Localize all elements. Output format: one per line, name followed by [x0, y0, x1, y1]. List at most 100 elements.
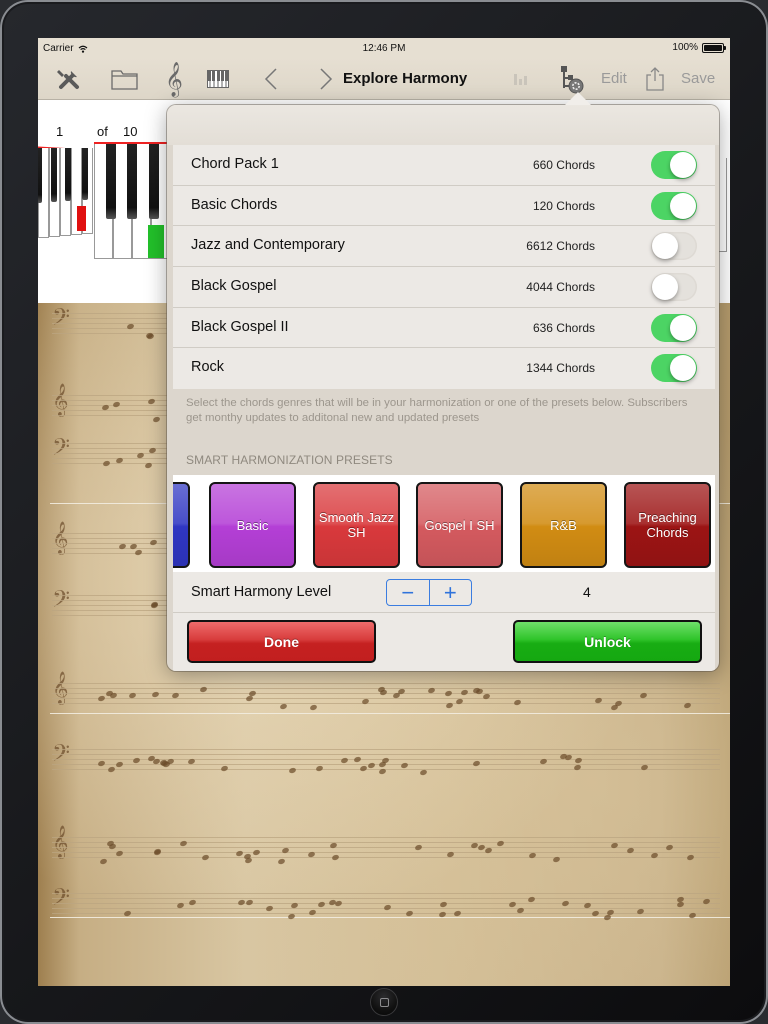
done-button[interactable]: Done	[187, 620, 376, 663]
music-note	[331, 854, 340, 862]
clock: 12:46 PM	[362, 43, 406, 54]
keyboard-left-section[interactable]	[38, 146, 93, 248]
status-bar: Carrier 12:46 PM 100%	[38, 38, 730, 58]
share-icon	[646, 67, 664, 91]
genre-toggle[interactable]	[651, 232, 697, 261]
genre-toggle[interactable]	[651, 354, 697, 383]
genre-toggle[interactable]	[651, 273, 697, 302]
genre-chord-count: 1344 Chords	[526, 361, 595, 376]
genre-row-black-gospel: Black Gospel 4044 Chords	[173, 267, 715, 308]
battery-icon	[702, 42, 726, 53]
genre-help-text: Select the chords genres that will be in…	[186, 397, 688, 424]
highlighted-key-green	[148, 225, 164, 258]
genre-chord-count: 636 Chords	[532, 320, 595, 335]
genre-row-rock: Rock 1344 Chords	[173, 348, 715, 389]
music-note	[287, 912, 296, 920]
harmony-settings-popover: Chord Pack 1 660 Chords Basic Chords 120…	[167, 105, 719, 671]
music-note	[107, 766, 116, 774]
home-square-icon	[380, 998, 389, 1007]
harmony-settings-button[interactable]	[556, 64, 586, 94]
tools-icon	[57, 70, 79, 89]
edit-button[interactable]: Edit	[601, 70, 627, 87]
genre-name: Black Gospel	[191, 278, 277, 295]
piano-key[interactable]	[82, 148, 88, 200]
music-note	[220, 765, 229, 773]
genre-chord-count: 120 Chords	[532, 198, 595, 213]
treble-clef-icon: 𝄞	[165, 61, 183, 97]
music-note	[405, 909, 414, 917]
keyboard-button[interactable]	[203, 64, 233, 94]
increment-button[interactable]: +	[430, 580, 472, 605]
piano-key[interactable]	[38, 148, 42, 203]
previous-button[interactable]	[256, 64, 286, 94]
toolbar: 𝄞 Explore Harmony Edit Save	[38, 58, 730, 100]
preset-button[interactable]	[173, 482, 190, 568]
open-file-button[interactable]	[110, 64, 140, 94]
music-note	[144, 461, 153, 469]
genre-name: Jazz and Contemporary	[191, 237, 345, 254]
stats-button[interactable]	[506, 64, 536, 94]
music-note	[419, 768, 428, 777]
ipad-frame: Carrier 12:46 PM 100% 𝄞 Explore Harmony …	[0, 0, 768, 1024]
page-title: Explore Harmony	[343, 70, 468, 87]
smart-harmony-level-row: Smart Harmony Level − + 4	[173, 572, 715, 613]
popover-arrow	[565, 92, 591, 105]
smart-harmony-level-stepper: − +	[386, 579, 472, 606]
decrement-button[interactable]: −	[387, 580, 430, 605]
music-note	[279, 703, 288, 711]
preset-button-basic[interactable]: Basic	[209, 482, 296, 568]
genre-name: Black Gospel II	[191, 318, 289, 335]
genre-name: Basic Chords	[191, 196, 278, 213]
music-note	[445, 702, 454, 710]
harmony-settings-icon	[561, 66, 584, 94]
share-button[interactable]	[640, 64, 670, 94]
next-button[interactable]	[311, 64, 341, 94]
preset-button-preaching-chords[interactable]: Preaching Chords	[624, 482, 711, 568]
genre-toggle[interactable]	[651, 313, 697, 342]
music-note	[686, 854, 695, 862]
presets-carousel[interactable]: Basic Smooth Jazz SH Gospel I SH R&B Pre…	[173, 475, 715, 572]
genre-row-black-gospel-ii: Black Gospel II 636 Chords	[173, 308, 715, 349]
unlock-button[interactable]: Unlock	[513, 620, 702, 663]
music-note	[134, 549, 143, 557]
chevron-right-icon	[320, 68, 333, 90]
current-page: 1	[56, 124, 64, 139]
chevron-left-icon	[264, 68, 277, 90]
genre-chord-count: 6612 Chords	[526, 239, 595, 254]
piano-key[interactable]	[127, 144, 137, 219]
music-note	[201, 854, 210, 862]
system-divider	[50, 917, 730, 918]
save-button[interactable]: Save	[681, 70, 715, 87]
music-note	[683, 701, 692, 709]
battery-indicator: 100%	[672, 42, 726, 53]
page-of-label: of	[97, 124, 108, 139]
genre-list: Chord Pack 1 660 Chords Basic Chords 120…	[173, 145, 715, 390]
music-note	[315, 765, 324, 773]
battery-percent: 100%	[672, 42, 698, 53]
genre-toggle[interactable]	[651, 151, 697, 179]
folder-icon	[111, 70, 138, 90]
bar-chart-icon	[514, 74, 527, 85]
presets-section-header: SMART HARMONIZATION PRESETS	[186, 453, 393, 467]
total-pages: 10	[123, 124, 138, 139]
preset-button-gospel-i-sh[interactable]: Gospel I SH	[416, 482, 503, 568]
genre-chord-count: 660 Chords	[532, 158, 595, 172]
genre-row-chord-pack-1: Chord Pack 1 660 Chords	[173, 145, 715, 186]
smart-harmony-level-value: 4	[583, 584, 591, 600]
home-button[interactable]	[370, 988, 398, 1016]
music-note	[276, 857, 286, 866]
piano-key[interactable]	[106, 144, 116, 219]
genre-toggle[interactable]	[651, 191, 697, 220]
tools-button[interactable]	[54, 64, 84, 94]
piano-key[interactable]	[51, 148, 57, 202]
preset-button-smooth-jazz-sh[interactable]: Smooth Jazz SH	[313, 482, 400, 568]
preset-button-r-and-b[interactable]: R&B	[520, 482, 607, 568]
genre-name: Rock	[191, 359, 225, 376]
notation-button[interactable]: 𝄞	[159, 61, 189, 97]
system-divider	[50, 713, 730, 714]
screen: Carrier 12:46 PM 100% 𝄞 Explore Harmony …	[38, 38, 730, 986]
piano-key[interactable]	[65, 148, 71, 201]
genre-name: Chord Pack 1	[191, 156, 279, 172]
piano-key[interactable]	[149, 144, 159, 219]
keyboard-right-section[interactable]	[94, 142, 174, 264]
